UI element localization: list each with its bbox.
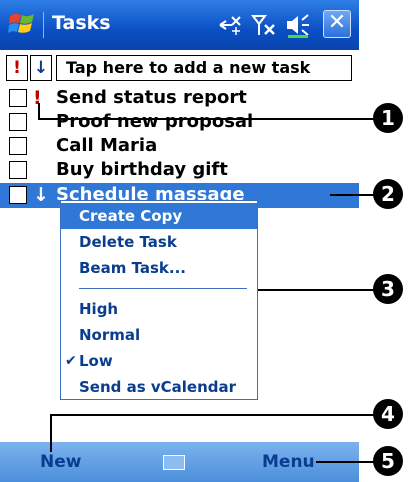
callout-4-leader — [50, 414, 52, 452]
context-menu: Create Copy Delete Task Beam Task... Hig… — [60, 200, 258, 400]
callout-4-badge: 4 — [373, 399, 403, 429]
close-button[interactable]: ✕ — [323, 10, 351, 38]
callout-1-line — [38, 118, 378, 120]
menu-softkey[interactable]: Menu — [262, 452, 315, 472]
task-item[interactable]: ! Send status report — [0, 86, 359, 111]
task-label: Buy birthday gift — [56, 159, 228, 180]
new-task-input[interactable]: Tap here to add a new task — [56, 55, 352, 81]
callout-4-line — [50, 414, 378, 416]
callout-5-badge: 5 — [373, 446, 403, 476]
task-checkbox[interactable] — [9, 89, 27, 107]
new-softkey[interactable]: New — [40, 452, 81, 472]
keyboard-icon[interactable] — [163, 455, 185, 470]
task-checkbox[interactable] — [9, 161, 27, 179]
task-checkbox[interactable] — [9, 186, 27, 204]
task-label: Send status report — [56, 87, 247, 108]
connectivity-icon[interactable] — [216, 11, 244, 39]
high-priority-button[interactable]: ! — [6, 55, 28, 81]
task-label: Call Maria — [56, 135, 158, 156]
window-title: Tasks — [52, 12, 111, 34]
menu-item-high[interactable]: High — [61, 296, 257, 322]
menu-item-send-vcalendar[interactable]: Send as vCalendar — [61, 374, 257, 400]
menu-item-beam-task[interactable]: Beam Task... — [61, 255, 257, 281]
callout-2-line — [330, 194, 378, 196]
softkey-bar: New Menu — [0, 442, 359, 482]
callout-3-badge: 3 — [373, 274, 403, 304]
menu-item-delete-task[interactable]: Delete Task — [61, 229, 257, 255]
device-screen: Tasks ✕ ! ↓ Tap here to add a new task !… — [0, 0, 359, 482]
start-menu-icon[interactable] — [8, 10, 36, 38]
menu-separator — [79, 288, 247, 289]
menu-item-create-copy[interactable]: Create Copy — [61, 203, 257, 229]
task-checkbox[interactable] — [9, 113, 27, 131]
volume-icon[interactable] — [283, 11, 311, 39]
signal-off-icon[interactable] — [250, 11, 278, 39]
low-priority-button[interactable]: ↓ — [30, 55, 52, 81]
callout-5-line — [316, 461, 378, 463]
task-item[interactable]: Buy birthday gift — [0, 158, 359, 183]
task-label: Proof new proposal — [56, 111, 254, 132]
task-item[interactable]: Proof new proposal — [0, 110, 359, 135]
task-checkbox[interactable] — [9, 137, 27, 155]
low-priority-icon: ↓ — [33, 184, 49, 206]
task-item[interactable]: Call Maria — [0, 134, 359, 159]
callout-2-badge: 2 — [373, 179, 403, 209]
title-separator — [43, 12, 44, 38]
title-bar: Tasks ✕ — [0, 0, 359, 50]
callout-1-leader — [38, 103, 40, 119]
menu-item-low[interactable]: Low — [61, 348, 257, 374]
callout-3-line — [258, 289, 378, 291]
callout-1-badge: 1 — [373, 103, 403, 133]
menu-item-normal[interactable]: Normal — [61, 322, 257, 348]
